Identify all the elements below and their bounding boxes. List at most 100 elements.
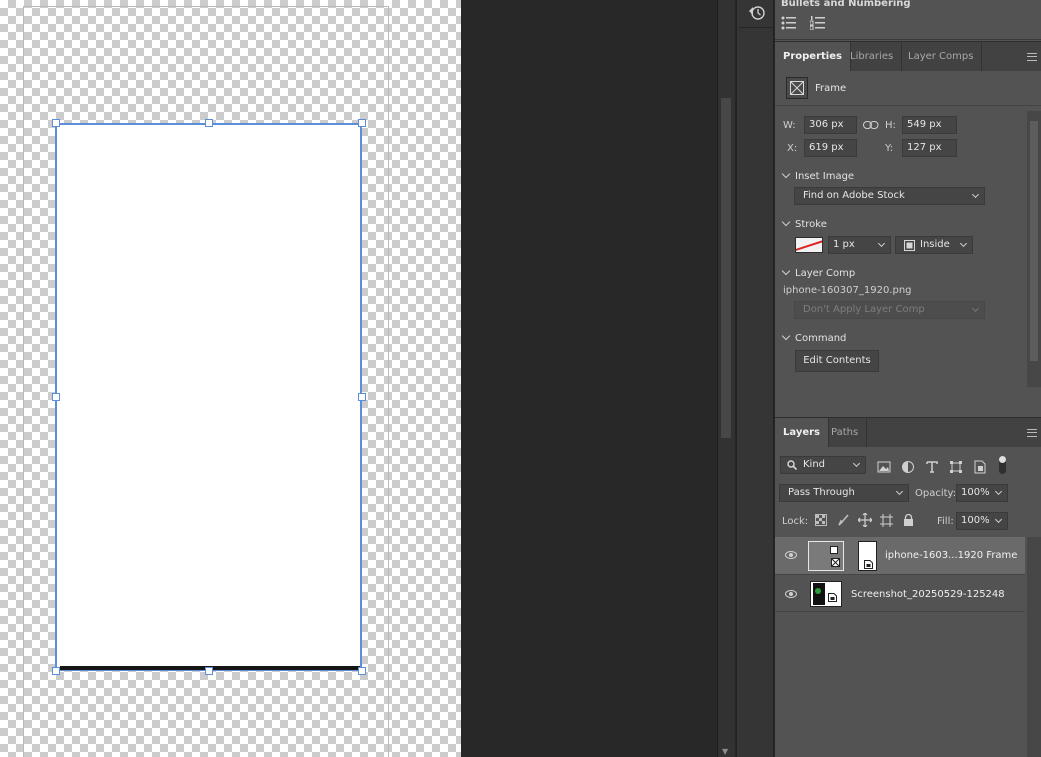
properties-panel-menu-icon[interactable]	[1027, 53, 1037, 61]
properties-tabbar: Properties Libraries Layer Comps	[775, 41, 1041, 72]
layer-comp-heading: Layer Comp	[795, 268, 856, 279]
tab-paths[interactable]: Paths	[823, 418, 868, 448]
document-scrollbar-thumb[interactable]	[721, 98, 731, 438]
bulleted-list-icon[interactable]	[781, 16, 797, 30]
divider	[775, 105, 1041, 106]
tab-layers[interactable]: Layers	[775, 418, 829, 448]
y-position-field[interactable]: 127 px	[902, 139, 957, 157]
edit-contents-button[interactable]: Edit Contents	[795, 350, 879, 372]
stroke-color-swatch[interactable]	[795, 237, 823, 253]
visibility-eye-icon[interactable]	[785, 590, 797, 598]
shape-layer-filter-icon[interactable]	[949, 460, 963, 474]
blend-mode-dropdown[interactable]: Pass Through	[779, 484, 909, 502]
lock-image-pixels-icon[interactable]	[837, 514, 849, 526]
width-field[interactable]: 306 px	[804, 116, 857, 134]
inset-image-section-toggle[interactable]: Inset Image	[781, 169, 855, 182]
chevron-down-icon	[994, 487, 1003, 496]
stroke-inside-icon	[904, 240, 915, 251]
layers-tabbar: Layers Paths	[775, 417, 1041, 448]
transform-handle-bottom-left[interactable]	[52, 667, 60, 675]
layer-name[interactable]: iphone-1603...1920 Frame	[885, 550, 1017, 561]
width-label: W:	[783, 120, 796, 131]
canvas-area[interactable]	[0, 0, 461, 757]
chevron-down-icon	[852, 459, 861, 468]
layer-name[interactable]: Screenshot_20250529-125248	[851, 589, 1005, 600]
layer-filter-kind-dropdown[interactable]: Kind	[780, 456, 866, 474]
lock-transparent-pixels-icon[interactable]	[815, 514, 827, 526]
transform-handle-top-left[interactable]	[52, 119, 60, 127]
properties-panel: Frame W: 306 px H: 549 px X: 619 px Y: 1…	[775, 71, 1041, 417]
fill-field[interactable]: 100%	[956, 512, 1008, 530]
layers-panel: Kind Pass Through Opacity: 100% Lock: Fi…	[775, 447, 1041, 757]
tab-layer-comps[interactable]: Layer Comps	[900, 42, 983, 72]
y-label: Y:	[885, 143, 894, 154]
stroke-section-toggle[interactable]: Stroke	[781, 217, 827, 230]
transform-handle-bottom[interactable]	[205, 667, 213, 675]
properties-scrollbar[interactable]	[1027, 111, 1041, 387]
inset-image-dropdown-value: Find on Adobe Stock	[803, 190, 905, 201]
collapsed-panel-strip	[736, 0, 774, 757]
pixel-layer-filter-icon[interactable]	[877, 460, 891, 474]
smart-object-filter-icon[interactable]	[973, 460, 987, 474]
transform-handle-right[interactable]	[358, 393, 366, 401]
scroll-down-icon[interactable]: ▼	[722, 747, 728, 756]
layer-comp-section-toggle[interactable]: Layer Comp	[781, 266, 856, 279]
type-layer-filter-icon[interactable]	[925, 460, 939, 474]
lock-all-icon[interactable]	[903, 514, 914, 526]
layer-filter-kind-value: Kind	[803, 459, 826, 470]
filter-toggle-switch[interactable]	[999, 456, 1006, 474]
transform-handle-bottom-right[interactable]	[358, 667, 366, 675]
stroke-alignment-dropdown[interactable]: Inside	[895, 236, 973, 254]
frame-layer-selection[interactable]	[55, 123, 362, 671]
blend-mode-value: Pass Through	[788, 487, 855, 498]
search-icon	[787, 460, 797, 470]
fill-label: Fill:	[937, 516, 954, 527]
stroke-heading: Stroke	[795, 219, 827, 230]
history-panel-button[interactable]	[739, 0, 773, 28]
history-icon	[749, 6, 765, 20]
chevron-down-icon	[781, 331, 791, 341]
height-field[interactable]: 549 px	[902, 116, 957, 134]
stroke-size-dropdown[interactable]: 1 px	[828, 236, 891, 254]
numbered-list-icon[interactable]	[810, 16, 826, 30]
document-scrollbar[interactable]: ▼	[717, 0, 735, 757]
layer-comp-file: iphone-160307_1920.png	[783, 285, 912, 296]
frame-type-icon	[786, 77, 808, 99]
bullets-panel-title: Bullets and Numbering	[781, 0, 911, 9]
screenshot-layer-thumbnail	[810, 581, 842, 607]
frame-badge-icon	[831, 558, 840, 567]
layer-type-label: Frame	[815, 83, 847, 94]
transform-handle-top-right[interactable]	[358, 119, 366, 127]
chevron-down-icon	[781, 217, 791, 227]
layer-comp-dropdown-value: Don't Apply Layer Comp	[803, 304, 925, 315]
inset-image-heading: Inset Image	[795, 171, 855, 182]
layers-panel-menu-icon[interactable]	[1027, 429, 1037, 437]
chevron-down-icon	[959, 239, 968, 248]
smart-object-icon	[864, 560, 873, 569]
lock-position-icon[interactable]	[858, 513, 872, 527]
opacity-label: Opacity:	[915, 488, 957, 499]
properties-scrollbar-thumb[interactable]	[1030, 121, 1038, 361]
x-position-field[interactable]: 619 px	[804, 139, 857, 157]
opacity-field[interactable]: 100%	[956, 484, 1008, 502]
x-label: X:	[787, 143, 798, 154]
layer-row-iphone-frame[interactable]: iphone-1603...1920 Frame	[775, 537, 1025, 575]
transform-handle-top[interactable]	[205, 119, 213, 127]
layer-row-screenshot[interactable]: Screenshot_20250529-125248	[775, 576, 1025, 612]
chevron-down-icon	[971, 304, 980, 313]
smart-object-icon	[828, 593, 837, 602]
layers-scrollbar[interactable]	[1027, 537, 1041, 757]
stroke-alignment-value: Inside	[920, 239, 950, 250]
opacity-value: 100%	[961, 487, 990, 498]
adjustment-layer-filter-icon[interactable]	[901, 460, 915, 474]
layer-comp-dropdown[interactable]: Don't Apply Layer Comp	[794, 301, 985, 319]
transform-handle-left[interactable]	[52, 393, 60, 401]
lock-artboard-icon[interactable]	[880, 514, 893, 527]
command-section-toggle[interactable]: Command	[781, 331, 846, 344]
inset-image-dropdown[interactable]: Find on Adobe Stock	[794, 187, 985, 205]
tab-properties[interactable]: Properties	[775, 42, 851, 72]
fill-value: 100%	[961, 515, 990, 526]
tab-libraries[interactable]: Libraries	[842, 42, 903, 72]
visibility-eye-icon[interactable]	[785, 551, 797, 559]
link-dimensions-icon[interactable]	[863, 121, 879, 129]
